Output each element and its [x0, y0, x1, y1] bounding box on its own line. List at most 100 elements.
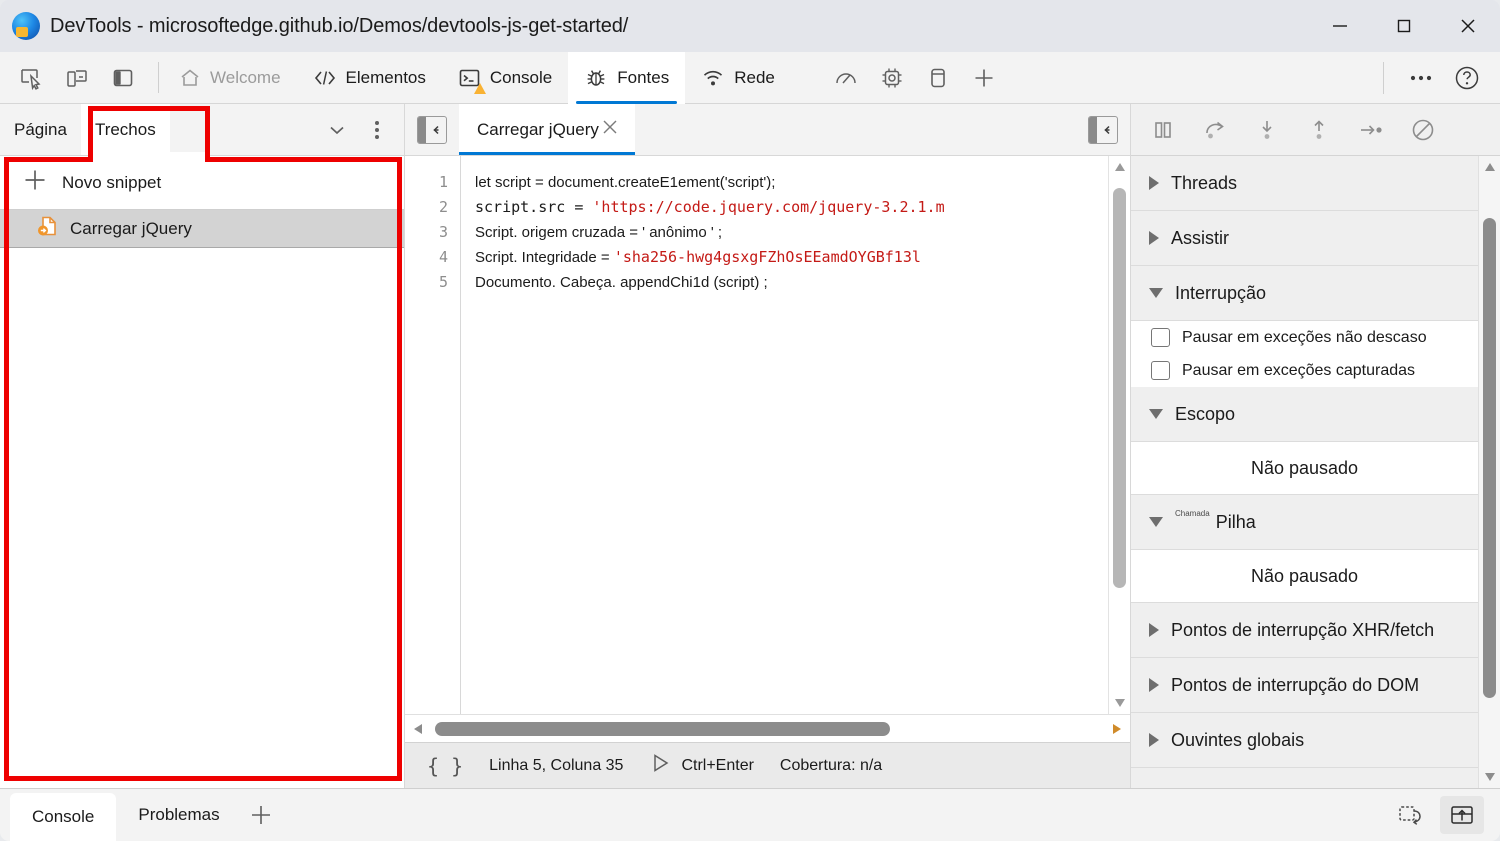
code-content[interactable]: let script = document.createE1ement('scr… — [461, 156, 1130, 714]
devtools-tab-strip: Welcome Elementos Console Fontes Rede — [0, 52, 1500, 104]
nav-tab-trechos[interactable]: Trechos — [80, 104, 170, 155]
debugger-controls — [1131, 104, 1500, 156]
tab-rede[interactable]: Rede — [685, 52, 791, 104]
restore-drawer-icon[interactable] — [1388, 796, 1432, 834]
section-assistir[interactable]: Assistir — [1131, 211, 1478, 266]
pause-caught-exceptions-checkbox[interactable] — [1151, 361, 1170, 380]
code-token: ; — [713, 224, 723, 241]
run-snippet-button[interactable]: Ctrl+Enter — [649, 752, 754, 779]
new-snippet-button[interactable]: Novo snippet — [0, 156, 404, 210]
scroll-thumb[interactable] — [1113, 188, 1126, 588]
snippet-item-carregar-jquery[interactable]: Carregar jQuery — [0, 210, 404, 248]
line-number: 2 — [438, 198, 448, 216]
chevron-down-icon — [1149, 288, 1163, 298]
application-storage-icon[interactable] — [915, 56, 961, 100]
step-over-button[interactable] — [1191, 110, 1239, 150]
pause-resume-button[interactable] — [1139, 110, 1187, 150]
step-out-button[interactable] — [1295, 110, 1343, 150]
nav-tab-trechos-label: Trechos — [94, 119, 156, 139]
drawer-tab-problemas-label: Problemas — [138, 805, 220, 824]
panel-left-icon — [417, 115, 447, 144]
snippet-item-label: Carregar jQuery — [70, 218, 192, 238]
add-tab-icon[interactable] — [961, 56, 1007, 100]
step-into-button[interactable] — [1243, 110, 1291, 150]
expand-drawer-icon[interactable] — [1440, 796, 1484, 834]
deactivate-breakpoints-button[interactable] — [1399, 110, 1447, 150]
pause-caught-exceptions-row[interactable]: Pausar em exceções capturadas — [1131, 354, 1478, 387]
scroll-track[interactable] — [1109, 178, 1130, 692]
section-assistir-label: Assistir — [1171, 227, 1229, 248]
navigator-tab-bar: Página Trechos — [0, 104, 404, 156]
code-token: let script = document.createE1ement('scr… — [475, 174, 776, 191]
section-interrupcao[interactable]: Interrupção — [1131, 266, 1478, 321]
scroll-track[interactable] — [1479, 178, 1500, 766]
scroll-up-arrow-icon[interactable] — [1113, 156, 1127, 178]
window-title: DevTools - microsoftedge.github.io/Demos… — [50, 14, 629, 37]
pause-uncaught-exceptions-row[interactable]: Pausar em exceções não descaso — [1131, 321, 1478, 354]
editor-horizontal-scrollbar[interactable] — [405, 714, 1130, 742]
hscroll-track[interactable] — [431, 715, 1104, 742]
maximize-button[interactable] — [1372, 0, 1436, 52]
help-icon[interactable] — [1444, 56, 1490, 100]
home-icon — [179, 67, 201, 89]
debugger-vertical-scrollbar[interactable] — [1478, 156, 1500, 788]
tab-elementos[interactable]: Elementos — [297, 52, 442, 104]
debugger-sections: Threads Assistir Interrupção Pausar em e… — [1131, 156, 1500, 788]
escopo-empty-label: Não pausado — [1250, 457, 1359, 478]
hscroll-thumb[interactable] — [435, 722, 890, 736]
tab-fontes[interactable]: Fontes — [568, 52, 686, 104]
pretty-print-button[interactable]: { } — [427, 754, 463, 778]
editor-tab-bar-right — [1088, 104, 1130, 155]
tab-console[interactable]: Console — [442, 52, 568, 104]
section-extra-placeholder — [1131, 768, 1478, 788]
drawer-tab-console[interactable]: Console — [10, 793, 117, 841]
section-pilha-chamada[interactable]: Chamada Pilha — [1131, 495, 1478, 550]
scroll-right-arrow-icon[interactable] — [1104, 722, 1130, 736]
scroll-thumb[interactable] — [1483, 218, 1496, 698]
scroll-up-arrow-icon[interactable] — [1483, 156, 1497, 178]
panel-right-icon[interactable] — [1088, 115, 1118, 144]
code-editor[interactable]: 1 2 3 4 5 let script = document.createE1… — [405, 156, 1130, 714]
line-number: 5 — [438, 273, 448, 291]
memory-chip-icon[interactable] — [869, 56, 915, 100]
close-button[interactable] — [1436, 0, 1500, 52]
drawer-tab-problemas[interactable]: Problemas — [116, 789, 241, 841]
dock-side-icon[interactable] — [100, 56, 146, 100]
drawer-add-tool-button[interactable] — [242, 789, 280, 841]
pause-uncaught-exceptions-checkbox[interactable] — [1151, 328, 1170, 347]
code-token: Documento. Cabeça. appendChi1d (script) … — [475, 274, 768, 291]
coverage-status[interactable]: Cobertura: n/a — [780, 757, 882, 775]
chevron-down-icon[interactable] — [320, 113, 354, 147]
section-ouvintes-globais[interactable]: Ouvintes globais — [1131, 713, 1478, 768]
section-dom-breakpoints[interactable]: Pontos de interrupção do DOM — [1131, 658, 1478, 713]
pilha-superscript: Chamada — [1175, 509, 1210, 518]
code-token: script.src = — [475, 198, 593, 216]
nav-tab-pagina-label: Página — [14, 119, 67, 139]
section-threads[interactable]: Threads — [1131, 156, 1478, 211]
scroll-down-arrow-icon[interactable] — [1483, 766, 1497, 788]
chevron-right-icon — [1149, 176, 1159, 190]
show-navigator-button[interactable] — [405, 104, 459, 155]
section-xhr-fetch-breakpoints[interactable]: Pontos de interrupção XHR/fetch — [1131, 603, 1478, 658]
section-escopo-label: Escopo — [1175, 403, 1236, 424]
scroll-left-arrow-icon[interactable] — [405, 722, 431, 736]
play-icon — [649, 752, 671, 779]
nav-tab-pagina[interactable]: Página — [0, 104, 81, 155]
escopo-empty-state: Não pausado — [1131, 442, 1478, 495]
tab-welcome[interactable]: Welcome — [163, 52, 297, 104]
performance-icon[interactable] — [823, 56, 869, 100]
tab-elementos-label: Elementos — [345, 68, 426, 87]
close-icon[interactable] — [599, 116, 621, 143]
device-emulation-icon[interactable] — [54, 56, 100, 100]
minimize-button[interactable] — [1308, 0, 1372, 52]
scroll-down-arrow-icon[interactable] — [1113, 692, 1127, 714]
editor-vertical-scrollbar[interactable] — [1108, 156, 1130, 714]
editor-tab-carregar-jquery[interactable]: Carregar jQuery — [459, 104, 635, 155]
inspect-element-icon[interactable] — [8, 56, 54, 100]
section-escopo[interactable]: Escopo — [1131, 387, 1478, 442]
kebab-menu-icon[interactable] — [360, 113, 394, 147]
more-options-icon[interactable] — [1398, 56, 1444, 100]
step-button[interactable] — [1347, 110, 1395, 150]
editor-status-bar: { } Linha 5, Coluna 35 Ctrl+Enter Cobert… — [405, 742, 1130, 788]
line-number: 1 — [438, 173, 448, 191]
